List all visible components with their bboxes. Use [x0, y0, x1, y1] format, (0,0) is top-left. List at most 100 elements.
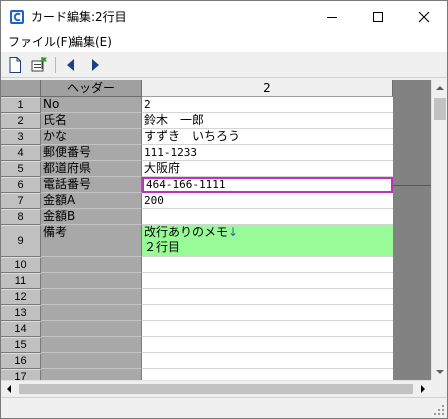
table-row-memo[interactable]: 9 備考 改行ありのメモ↓ ２行目: [1, 225, 393, 257]
table-row[interactable]: 13: [1, 305, 393, 321]
table-row[interactable]: 11: [1, 273, 393, 289]
field-value[interactable]: [142, 209, 393, 225]
field-value[interactable]: 200: [142, 193, 393, 209]
row-number[interactable]: 3: [1, 129, 41, 145]
vertical-scroll-thumb[interactable]: [434, 98, 446, 120]
menu-file[interactable]: ファイル(F): [8, 34, 72, 50]
field-label: [41, 321, 142, 337]
maximize-button[interactable]: [355, 1, 401, 32]
memo-line-1: 改行ありのメモ↓: [144, 225, 393, 240]
selected-field-value[interactable]: 464-166-1111: [142, 177, 393, 193]
field-label: 氏名: [41, 113, 142, 129]
table-row[interactable]: 3 かな すずき いちろう: [1, 129, 393, 145]
row-number[interactable]: 13: [1, 305, 41, 321]
close-button[interactable]: [401, 1, 447, 32]
title-bar[interactable]: カード編集:2行目: [1, 1, 447, 32]
previous-record-button[interactable]: [61, 55, 81, 75]
field-label: かな: [41, 129, 142, 145]
field-value[interactable]: [142, 353, 393, 369]
row-number[interactable]: 8: [1, 209, 41, 225]
row-number[interactable]: 16: [1, 353, 41, 369]
scroll-left-button[interactable]: [1, 381, 17, 397]
field-label: [41, 305, 142, 321]
vertical-scrollbar[interactable]: [431, 80, 447, 380]
next-record-button[interactable]: [85, 55, 105, 75]
scroll-up-button[interactable]: [432, 80, 448, 97]
scroll-right-button[interactable]: [415, 381, 431, 397]
resize-grip-icon[interactable]: [433, 404, 445, 416]
row-number[interactable]: 1: [1, 97, 41, 113]
table-row[interactable]: 5 都道府県 大阪府: [1, 161, 393, 177]
table-row[interactable]: 16: [1, 353, 393, 369]
header-record-column[interactable]: 2: [142, 80, 393, 97]
field-value[interactable]: 大阪府: [142, 161, 393, 177]
table-row[interactable]: 12: [1, 289, 393, 305]
table-row[interactable]: 7 金額A 200: [1, 193, 393, 209]
row-number[interactable]: 14: [1, 321, 41, 337]
new-document-button[interactable]: [5, 55, 25, 75]
grid-corner-header[interactable]: [1, 80, 41, 97]
table-row[interactable]: 2 氏名 鈴木 一郎: [1, 113, 393, 129]
minimize-icon: [327, 17, 337, 18]
field-value[interactable]: 2: [142, 97, 393, 113]
next-record-icon: [92, 59, 99, 71]
table-row-selected[interactable]: 6 電話番号 464-166-1111: [1, 177, 393, 193]
table-row[interactable]: 4 郵便番号 111-1233: [1, 145, 393, 161]
row-number[interactable]: 9: [1, 225, 41, 257]
field-label: 金額A: [41, 193, 142, 209]
row-number[interactable]: 11: [1, 273, 41, 289]
memo-line-2: ２行目: [144, 240, 181, 254]
menu-edit[interactable]: 編集(E): [71, 34, 112, 50]
field-label: 備考: [41, 225, 142, 257]
header-label-column[interactable]: ヘッダー: [41, 80, 142, 97]
scroll-up-icon: [436, 86, 444, 90]
minimize-button[interactable]: [309, 1, 355, 32]
row-number[interactable]: 6: [1, 177, 41, 193]
table-row[interactable]: 8 金額B: [1, 209, 393, 225]
table-row[interactable]: 17: [1, 369, 393, 380]
horizontal-scroll-thumb[interactable]: [19, 384, 413, 394]
horizontal-scrollbar[interactable]: [1, 380, 431, 396]
scroll-down-button[interactable]: [432, 363, 448, 380]
field-value[interactable]: [142, 337, 393, 353]
menu-bar: ファイル(F) 編集(E): [1, 32, 447, 52]
card-grid[interactable]: ヘッダー 2 1 No 2 2 氏名 鈴木 一郎 3 かな すずき いちろう 4…: [1, 80, 447, 380]
status-bar: [1, 397, 447, 418]
field-value[interactable]: [142, 273, 393, 289]
newline-mark: ↓: [228, 225, 239, 239]
toolbar: [1, 52, 447, 78]
field-value[interactable]: すずき いちろう: [142, 129, 393, 145]
field-value[interactable]: [142, 321, 393, 337]
field-label: No: [41, 97, 142, 113]
unused-column-area: [393, 80, 431, 380]
field-value[interactable]: [142, 369, 393, 380]
field-label: 金額B: [41, 209, 142, 225]
scroll-right-icon: [421, 385, 425, 393]
flag-button[interactable]: [29, 55, 49, 75]
field-label: [41, 337, 142, 353]
field-value[interactable]: [142, 257, 393, 273]
row-number[interactable]: 10: [1, 257, 41, 273]
field-label: [41, 257, 142, 273]
table-row[interactable]: 10: [1, 257, 393, 273]
memo-field-value[interactable]: 改行ありのメモ↓ ２行目: [142, 225, 393, 257]
row-number[interactable]: 5: [1, 161, 41, 177]
row-number[interactable]: 15: [1, 337, 41, 353]
field-value[interactable]: [142, 305, 393, 321]
scrollbar-corner: [431, 380, 447, 396]
previous-record-icon: [67, 59, 74, 71]
memo-line-1-text: 改行ありのメモ: [144, 225, 229, 239]
table-row[interactable]: 1 No 2: [1, 97, 393, 113]
row-number[interactable]: 12: [1, 289, 41, 305]
row-number[interactable]: 4: [1, 145, 41, 161]
table-row[interactable]: 14: [1, 321, 393, 337]
current-row-indicator-line: [393, 185, 431, 186]
row-number[interactable]: 17: [1, 369, 41, 380]
field-value[interactable]: 鈴木 一郎: [142, 113, 393, 129]
row-number[interactable]: 7: [1, 193, 41, 209]
row-number[interactable]: 2: [1, 113, 41, 129]
field-value[interactable]: 111-1233: [142, 145, 393, 161]
table-row[interactable]: 15: [1, 337, 393, 353]
field-value[interactable]: [142, 289, 393, 305]
field-label: [41, 369, 142, 380]
